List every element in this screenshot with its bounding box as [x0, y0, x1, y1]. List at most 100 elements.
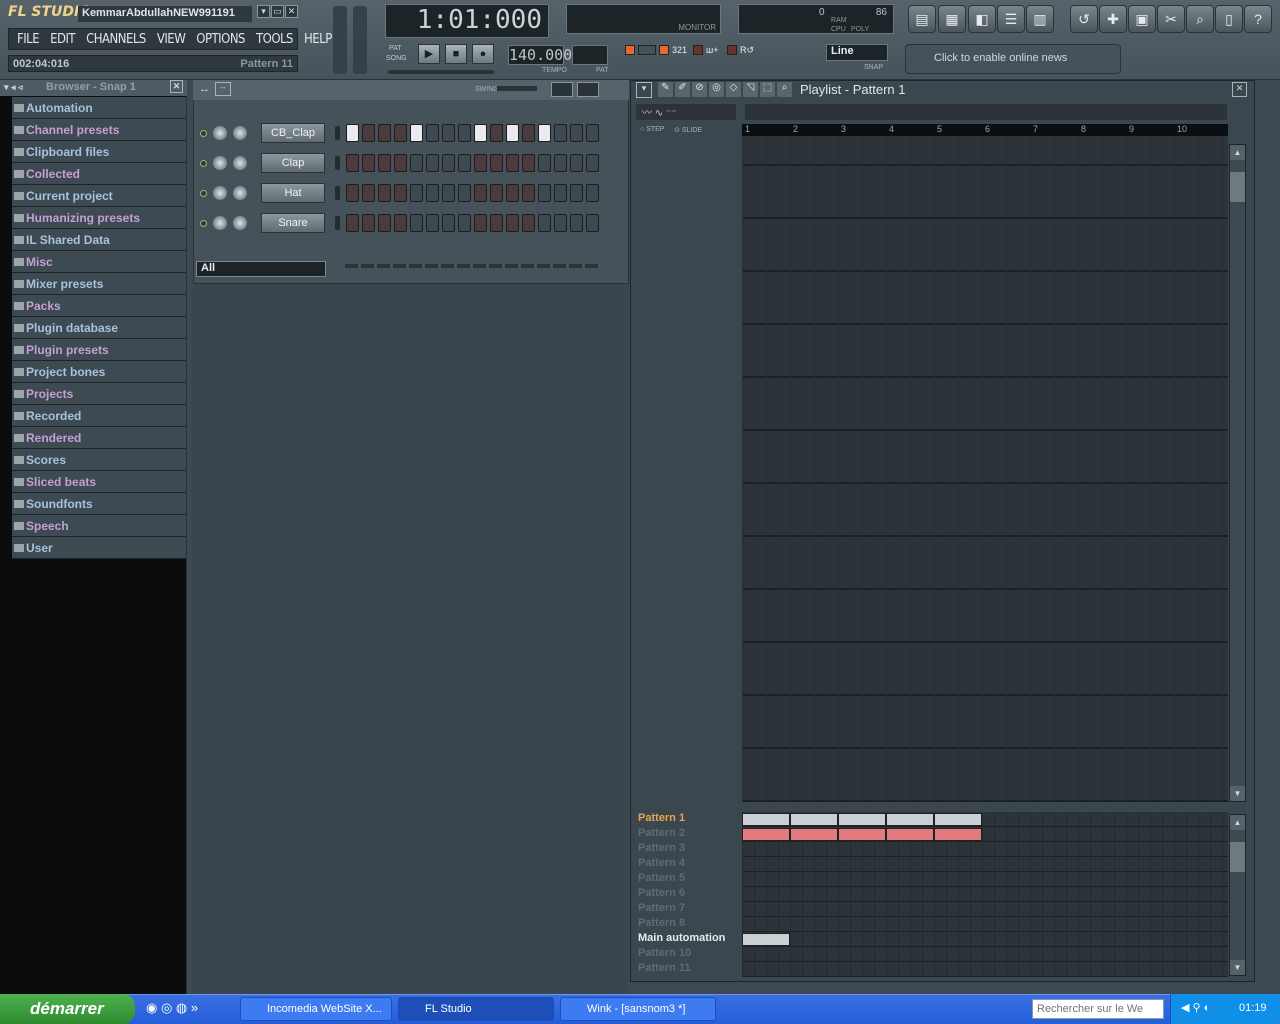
song-time-display[interactable]: 1:01:000: [385, 4, 549, 38]
pattern-row-label[interactable]: Pattern 8: [636, 917, 740, 932]
step-button[interactable]: [410, 124, 423, 142]
task-fl-studio[interactable]: FL Studio: [398, 997, 554, 1021]
channel-volume-knob[interactable]: [233, 156, 247, 170]
browser-item-plugin-presets[interactable]: Plugin presets: [12, 339, 186, 361]
mute-tool-icon[interactable]: ◎: [709, 82, 724, 97]
pattern-row-label[interactable]: Pattern 2: [636, 827, 740, 842]
automation-clip[interactable]: [742, 933, 790, 946]
step-button[interactable]: [506, 184, 519, 202]
channel-name-button[interactable]: Snare: [261, 213, 325, 233]
master-pitch-slider[interactable]: [353, 6, 367, 74]
step-button[interactable]: [362, 154, 375, 172]
step-button[interactable]: [554, 214, 567, 232]
pattern-clip[interactable]: [742, 813, 790, 826]
browser-item-projects[interactable]: Projects: [12, 383, 186, 405]
channel-mute-led[interactable]: [200, 189, 207, 197]
step-button[interactable]: [362, 184, 375, 202]
playlist-title[interactable]: Playlist - Pattern 1: [800, 82, 906, 97]
playlist-close-icon[interactable]: ✕: [1232, 82, 1247, 97]
menu-channels[interactable]: CHANNELS: [86, 32, 146, 47]
step-button[interactable]: [506, 214, 519, 232]
countdown-toggle[interactable]: [659, 45, 669, 55]
browser-item-user[interactable]: User: [12, 537, 186, 559]
step-button[interactable]: [394, 214, 407, 232]
help-icon[interactable]: ?: [1244, 5, 1272, 33]
swing-slider[interactable]: [497, 86, 537, 91]
play-button[interactable]: ▶: [418, 44, 440, 64]
save-icon[interactable]: ▣: [1128, 5, 1156, 33]
step-button[interactable]: [458, 214, 471, 232]
step-button[interactable]: [490, 154, 503, 172]
step-button[interactable]: [426, 214, 439, 232]
step-button[interactable]: [474, 184, 487, 202]
scrollbar-thumb[interactable]: [1230, 172, 1245, 202]
step-button[interactable]: [394, 184, 407, 202]
step-sequencer-icon[interactable]: ▦: [938, 5, 966, 33]
cut-tools-icon[interactable]: ✂: [1157, 5, 1185, 33]
pattern-grid[interactable]: [742, 812, 1228, 977]
pattern-number-display[interactable]: [572, 45, 608, 65]
step-button[interactable]: [426, 154, 439, 172]
step-button[interactable]: [362, 214, 375, 232]
browser-item-clipboard-files[interactable]: Clipboard files: [12, 141, 186, 163]
step-button[interactable]: [346, 154, 359, 172]
step-button[interactable]: [362, 124, 375, 142]
snap-select[interactable]: Line: [826, 44, 888, 61]
start-button[interactable]: démarrer: [0, 994, 135, 1024]
web-search-input[interactable]: [1032, 999, 1164, 1019]
step-button[interactable]: [522, 124, 535, 142]
step-button[interactable]: [442, 214, 455, 232]
pattern-row-label[interactable]: Pattern 10: [636, 947, 740, 962]
menu-view[interactable]: VIEW: [157, 32, 186, 47]
search-icon[interactable]: ⌕: [1186, 5, 1214, 33]
step-button[interactable]: [410, 154, 423, 172]
channel-select-indicator[interactable]: [335, 216, 340, 230]
step-button[interactable]: [474, 154, 487, 172]
scroll-down-icon[interactable]: ▼: [1230, 786, 1245, 801]
browser-item-channel-presets[interactable]: Channel presets: [12, 119, 186, 141]
step-button[interactable]: [442, 124, 455, 142]
browser-close-icon[interactable]: ✕: [170, 80, 183, 93]
paint-tool-icon[interactable]: ✐: [675, 82, 690, 97]
step-button[interactable]: [458, 124, 471, 142]
channel-name-button[interactable]: Clap: [261, 153, 325, 173]
browser-menu-icon[interactable]: ▾ ◂ ◃: [4, 82, 23, 93]
pattern-row-label[interactable]: Pattern 11: [636, 962, 740, 977]
browser-item-automation[interactable]: Automation: [12, 97, 186, 119]
browser-item-sliced-beats[interactable]: Sliced beats: [12, 471, 186, 493]
step-button[interactable]: [378, 154, 391, 172]
pattern-clip[interactable]: [886, 813, 934, 826]
channel-pan-knob[interactable]: [213, 156, 227, 170]
browser-item-plugin-database[interactable]: Plugin database: [12, 317, 186, 339]
step-button[interactable]: [570, 124, 583, 142]
slice-tool-icon[interactable]: ◹: [743, 82, 758, 97]
step-button[interactable]: [410, 214, 423, 232]
playlist-vertical-scrollbar[interactable]: ▲ ▼: [1229, 144, 1246, 802]
close-button[interactable]: ✕: [285, 5, 298, 18]
pattern-clip[interactable]: [742, 828, 790, 841]
browser-item-rendered[interactable]: Rendered: [12, 427, 186, 449]
stop-button[interactable]: ■: [445, 44, 467, 64]
playlist-ruler[interactable]: 1 2 3 4 5 6 7 8 9 10: [742, 124, 1228, 136]
step-button[interactable]: [586, 154, 599, 172]
scroll-down-icon[interactable]: ▼: [1230, 960, 1245, 975]
step-button[interactable]: [586, 184, 599, 202]
step-button[interactable]: [474, 214, 487, 232]
draw-tool-icon[interactable]: ✎: [658, 82, 673, 97]
browser-item-project-bones[interactable]: Project bones: [12, 361, 186, 383]
step-button[interactable]: [426, 124, 439, 142]
channel-select-indicator[interactable]: [335, 186, 340, 200]
step-button[interactable]: [522, 184, 535, 202]
step-edit-toggle[interactable]: [638, 45, 656, 55]
channel-select-indicator[interactable]: [335, 126, 340, 140]
playlist-horizontal-scrollbar[interactable]: [745, 104, 1227, 120]
pattern-row-label[interactable]: Pattern 7: [636, 902, 740, 917]
browser-icon[interactable]: ☰: [997, 5, 1025, 33]
scroll-up-icon[interactable]: ▲: [1230, 815, 1245, 830]
step-button[interactable]: [570, 184, 583, 202]
step-option[interactable]: ○ STEP: [640, 126, 664, 133]
playlist-track-grid[interactable]: [742, 136, 1228, 802]
browser-item-humanizing-presets[interactable]: Humanizing presets: [12, 207, 186, 229]
playlist-icon[interactable]: ▤: [908, 5, 936, 33]
step-button[interactable]: [490, 214, 503, 232]
